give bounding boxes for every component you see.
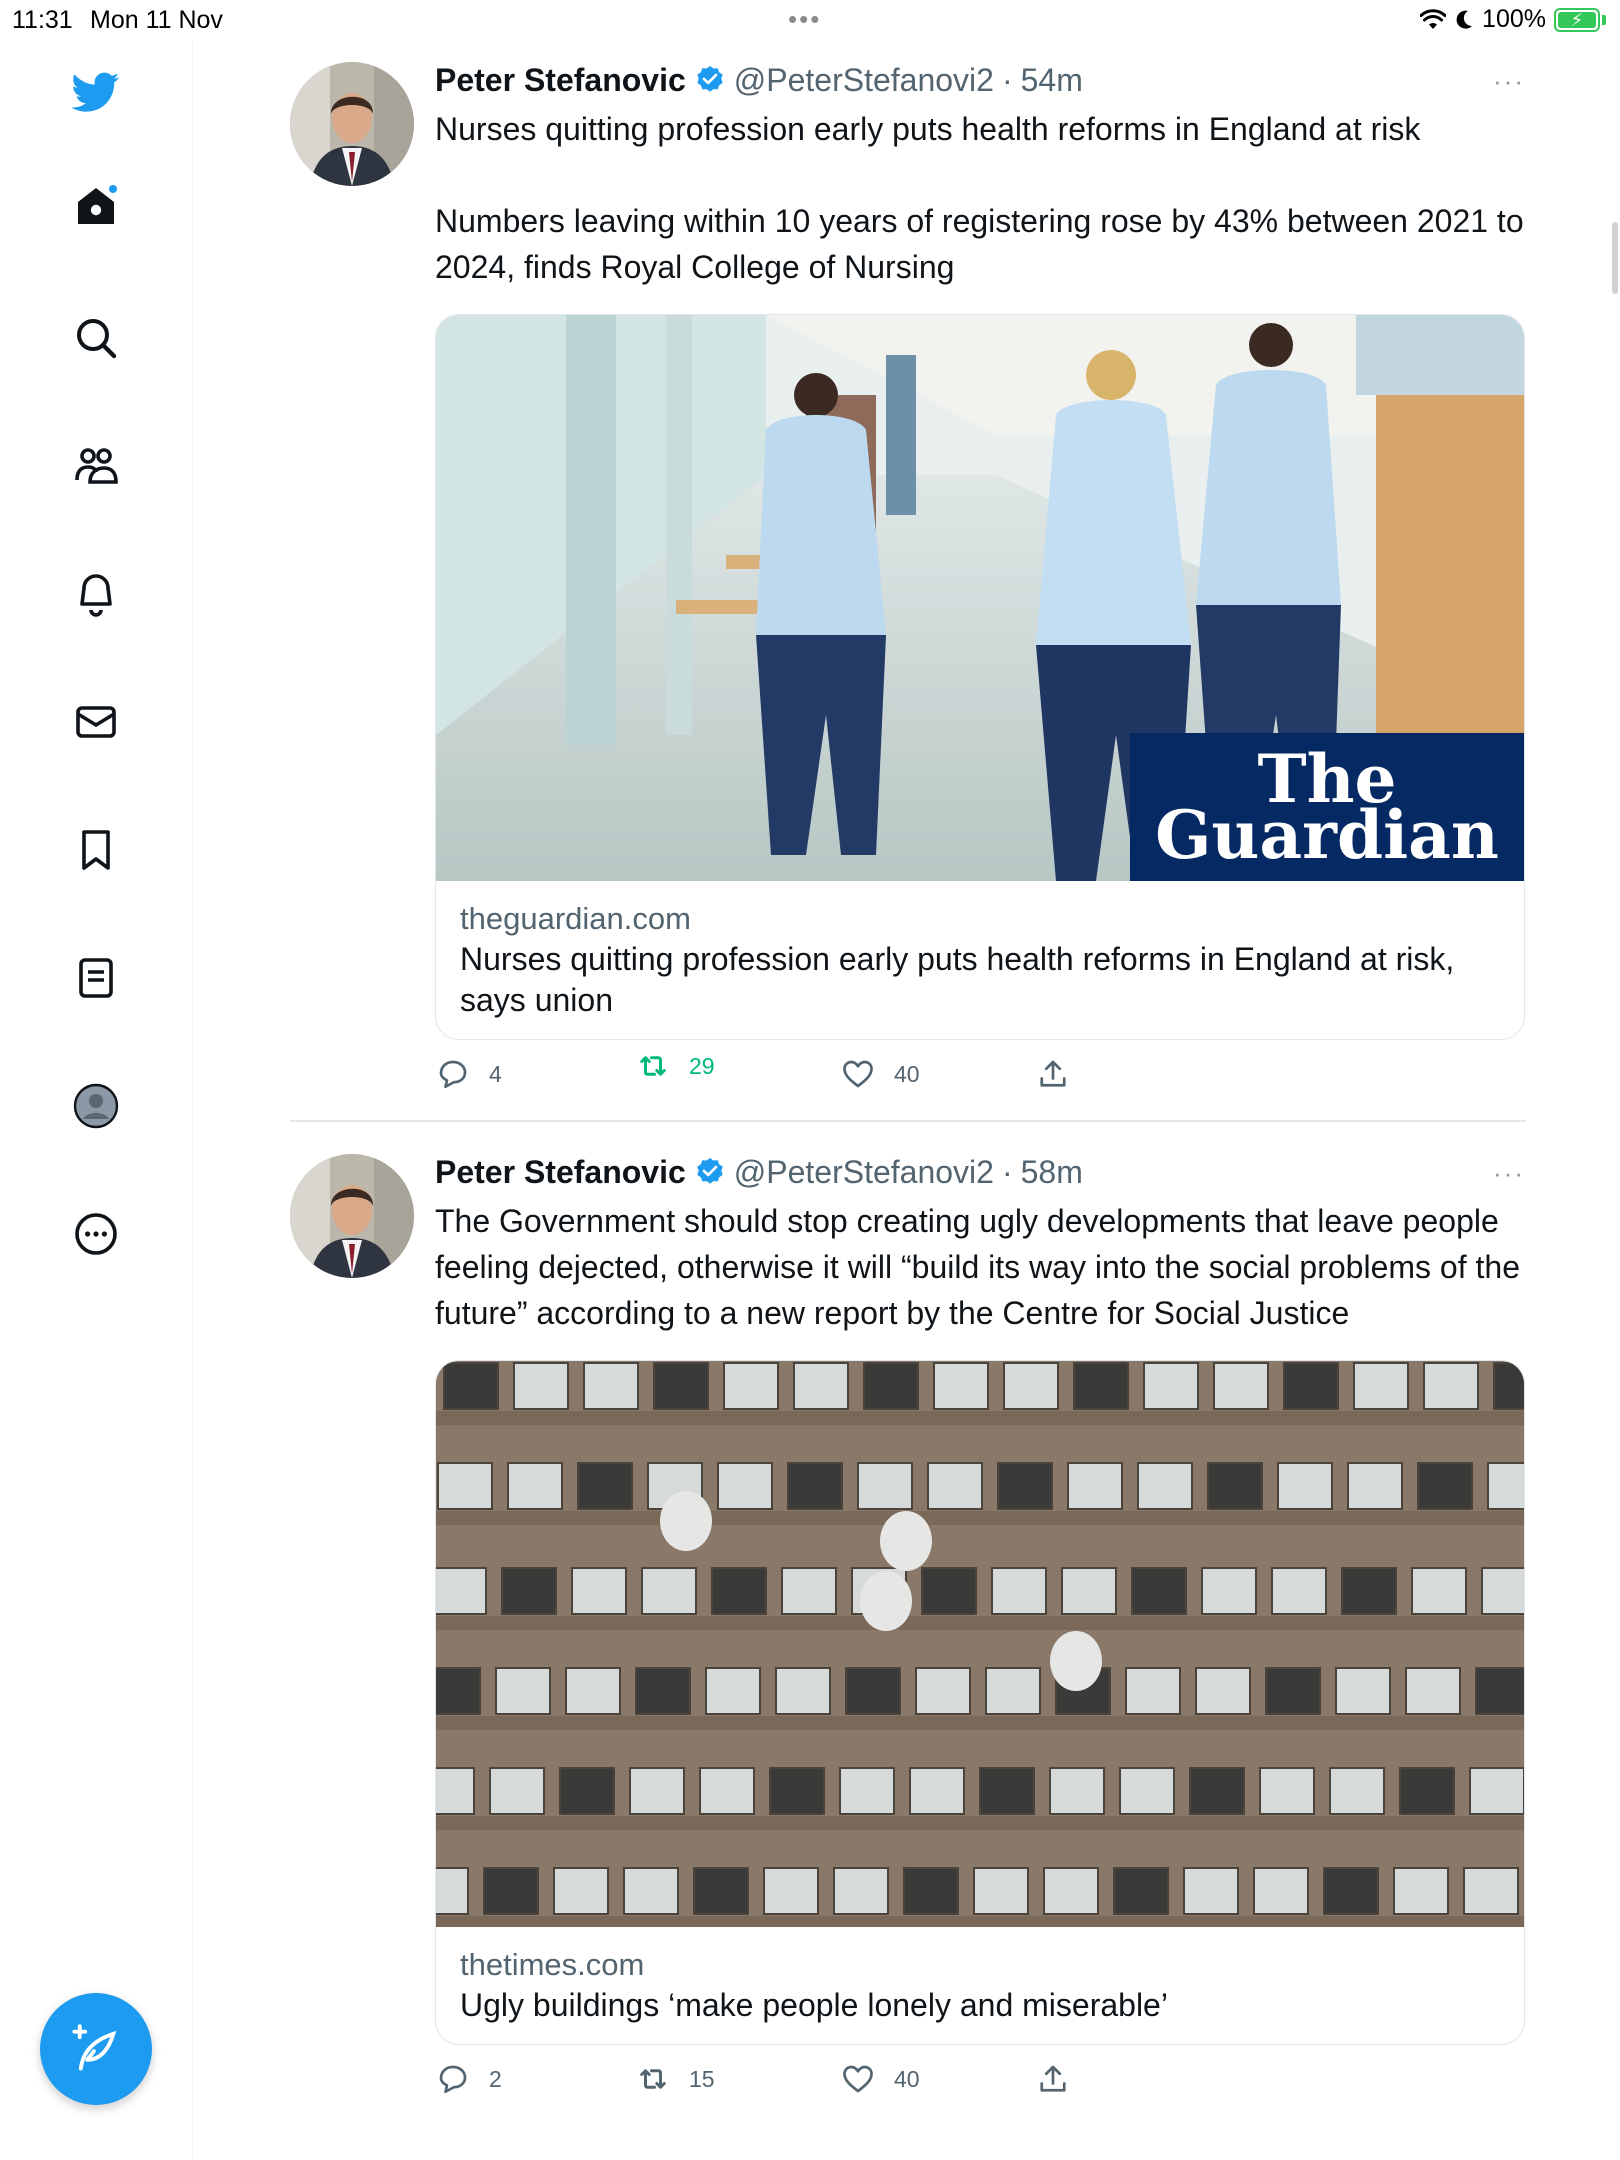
guardian-logo-line-2: Guardian: [1155, 796, 1499, 874]
link-card-image: The Guardian: [436, 315, 1524, 881]
lists-icon[interactable]: [68, 950, 124, 1006]
author-name[interactable]: Peter Stefanovic: [435, 1154, 686, 1191]
reply-count: 2: [489, 2065, 502, 2092]
compose-tweet-button[interactable]: [40, 1993, 152, 2105]
communities-icon[interactable]: [68, 438, 124, 494]
tweet-divider: [290, 1120, 1526, 1122]
link-card-meta: thetimes.com Ugly buildings ‘make people…: [436, 1927, 1524, 2044]
reply-count: 4: [489, 1060, 502, 1087]
author-avatar[interactable]: [290, 62, 414, 186]
tweet-text: Nurses quitting profession early puts he…: [435, 111, 1524, 285]
scrollbar-thumb[interactable]: [1612, 222, 1618, 294]
share-button[interactable]: [1035, 1056, 1071, 1092]
battery-cap: [1602, 14, 1606, 25]
tweet-more-options-icon[interactable]: ···: [1493, 66, 1525, 97]
tweet-text: The Government should stop creating ugly…: [435, 1203, 1529, 1331]
tweet-timestamp[interactable]: 58m: [1021, 1154, 1083, 1191]
heart-icon: [843, 1060, 873, 1088]
twitter-logo-icon[interactable]: [68, 64, 124, 120]
link-card-meta: theguardian.com Nurses quitting professi…: [436, 881, 1524, 1039]
tweet-header: Peter Stefanovic @PeterStefanovi2 · 54m: [435, 58, 1525, 102]
multitasking-dots[interactable]: •••: [788, 4, 821, 35]
heart-icon: [843, 2065, 873, 2093]
like-button[interactable]: 40: [840, 1056, 920, 1092]
share-button[interactable]: [1035, 2061, 1071, 2097]
retweet-button[interactable]: 15: [635, 2061, 715, 2097]
verified-badge-icon: [697, 1158, 723, 1184]
header-separator: ·: [1001, 1153, 1013, 1190]
retweet-icon: [640, 2069, 666, 2089]
tweet-timestamp[interactable]: 54m: [1021, 62, 1083, 99]
messages-envelope-icon[interactable]: [68, 694, 124, 750]
share-icon: [1040, 2065, 1066, 2092]
battery-icon: ⚡: [1554, 7, 1600, 32]
battery-percent: 100%: [1482, 5, 1546, 33]
like-button[interactable]: 40: [840, 2061, 920, 2097]
reply-icon: [439, 1060, 467, 1089]
notifications-bell-icon[interactable]: [68, 566, 124, 622]
tweet-body: Peter Stefanovic @PeterStefanovi2 · 58m …: [435, 1150, 1525, 2121]
reply-button[interactable]: 4: [435, 1056, 502, 1092]
link-card-title: Ugly buildings ‘make people lonely and m…: [460, 1987, 1168, 2023]
status-time: 11:31: [12, 6, 73, 34]
verified-badge-icon: [697, 66, 723, 92]
do-not-disturb-moon-icon: [1456, 10, 1473, 29]
link-card-title: Nurses quitting profession early puts he…: [460, 941, 1455, 1018]
sidebar-nav: [0, 40, 193, 2160]
share-icon: [1040, 1060, 1066, 1087]
link-card-domain: theguardian.com: [460, 901, 691, 936]
retweet-count: 29: [689, 1052, 715, 1079]
author-handle[interactable]: @PeterStefanovi2: [734, 62, 994, 99]
reply-button[interactable]: 2: [435, 2061, 502, 2097]
author-avatar[interactable]: [290, 1154, 414, 1278]
home-icon[interactable]: [68, 178, 124, 234]
tweet-header: Peter Stefanovic @PeterStefanovi2 · 58m: [435, 1150, 1525, 1194]
tweet-more-options-icon[interactable]: ···: [1493, 1158, 1525, 1189]
like-count: 40: [894, 1060, 920, 1087]
header-separator: ·: [1001, 61, 1013, 98]
tweet-body: Peter Stefanovic @PeterStefanovi2 · 54m …: [435, 58, 1525, 1116]
status-indicators: 100% ⚡: [1420, 5, 1606, 34]
link-card-image: [436, 1361, 1524, 1927]
retweet-count: 15: [689, 2065, 715, 2092]
reply-icon: [439, 2065, 467, 2094]
tweet-actions: 2 15 40: [435, 2061, 1525, 2121]
author-handle[interactable]: @PeterStefanovi2: [734, 1154, 994, 1191]
link-card[interactable]: The Guardian theguardian.com Nurses quit…: [435, 314, 1525, 1040]
status-bar: 11:31 Mon 11 Nov ••• 100% ⚡: [0, 0, 1620, 40]
like-count: 40: [894, 2065, 920, 2092]
retweet-icon: [640, 1056, 666, 1076]
compose-tweet-icon: [72, 2024, 117, 2071]
guardian-logo: The Guardian: [1130, 733, 1524, 881]
tweet-actions: 4 29 40: [435, 1053, 1525, 1116]
link-card[interactable]: thetimes.com Ugly buildings ‘make people…: [435, 1360, 1525, 2045]
wifi-icon: [1420, 8, 1447, 29]
status-date: Mon 11 Nov: [90, 6, 223, 34]
search-icon[interactable]: [68, 310, 124, 366]
more-options-icon[interactable]: [68, 1206, 124, 1262]
retweet-button[interactable]: 29: [635, 1048, 715, 1084]
link-card-domain: thetimes.com: [460, 1947, 645, 1982]
profile-avatar-icon[interactable]: [68, 1078, 124, 1134]
author-name[interactable]: Peter Stefanovic: [435, 62, 686, 99]
bookmarks-icon[interactable]: [68, 822, 124, 878]
